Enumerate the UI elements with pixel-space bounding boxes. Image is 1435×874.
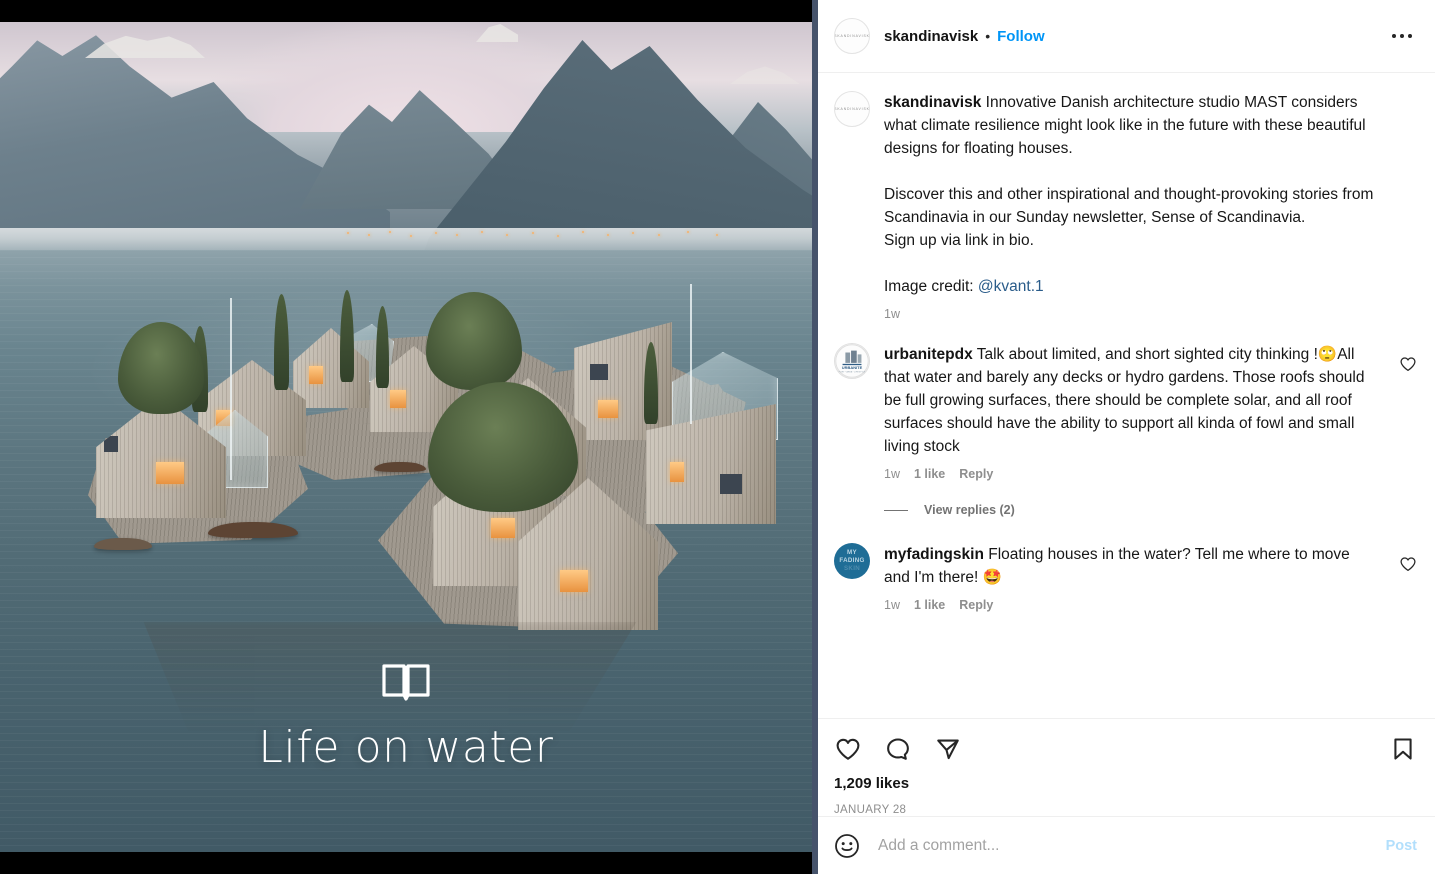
caption-timestamp: 1w [884, 307, 900, 321]
avatar-line-2: FADING [839, 557, 865, 564]
caption-paragraph-3: Sign up via link in bio. [884, 232, 1034, 249]
comment-body: myfadingskin Floating houses in the wate… [884, 543, 1389, 612]
like-button[interactable] [834, 735, 862, 763]
tree [118, 322, 204, 414]
share-paper-plane-icon [937, 739, 959, 760]
heart-outline-icon[interactable] [1399, 555, 1417, 573]
sailboat-mast [230, 298, 232, 480]
comment-item: URBANITE PORT • AREA • LIFESTYLE urbanit… [834, 343, 1417, 517]
sailboat-mast [690, 284, 692, 424]
comment-reply-button[interactable]: Reply [959, 598, 993, 612]
avatar[interactable]: SKANDINAVISK [834, 18, 870, 54]
rowboat [374, 462, 426, 472]
caption-credit-label: Image credit: [884, 278, 978, 295]
comment-text: urbanitepdx Talk about limited, and shor… [884, 343, 1370, 458]
heart-outline-icon [836, 738, 860, 760]
comment-timestamp: 1w [884, 467, 900, 481]
comment-text: myfadingskin Floating houses in the wate… [884, 543, 1370, 589]
comment-meta: 1w 1 like Reply [884, 467, 1389, 481]
cypress-tree [376, 306, 389, 388]
avatar-line-1: MY [847, 549, 857, 556]
caption-text: skandinavisk Innovative Danish architect… [884, 91, 1374, 298]
comment-reply-button[interactable]: Reply [959, 467, 993, 481]
post-actions: 1,209 likes JANUARY 28 [818, 718, 1435, 816]
separator-dot: • [985, 28, 991, 44]
post-header: SKANDINAVISK skandinavisk • Follow [818, 0, 1435, 73]
sailboat [208, 522, 298, 538]
cypress-tree [340, 290, 354, 382]
follow-button[interactable]: Follow [997, 28, 1045, 45]
town-lights [330, 228, 750, 240]
tree [426, 292, 522, 390]
cypress-tree [274, 294, 289, 390]
heart-outline-icon[interactable] [1399, 355, 1417, 373]
likes-count[interactable]: 1,209 likes [834, 775, 1417, 792]
comment-meta: 1w 1 like Reply [884, 598, 1389, 612]
svg-text:URBANITE: URBANITE [842, 365, 863, 370]
view-replies-button[interactable]: View replies (2) [884, 503, 1389, 517]
post-details-panel: SKANDINAVISK skandinavisk • Follow SKAND… [812, 0, 1435, 874]
comment-likes[interactable]: 1 like [914, 467, 945, 481]
avatar-line-3: SKIN [844, 565, 860, 572]
view-replies-label: View replies (2) [924, 503, 1015, 517]
comment-timestamp: 1w [884, 598, 900, 612]
comment-likes[interactable]: 1 like [914, 598, 945, 612]
comment-body: urbanitepdx Talk about limited, and shor… [884, 343, 1389, 517]
caption-credit-mention[interactable]: @kvant.1 [978, 278, 1044, 295]
post-author-username[interactable]: skandinavisk [884, 28, 978, 45]
post-caption: SKANDINAVISK skandinavisk Innovative Dan… [834, 91, 1417, 298]
action-icon-row [834, 727, 1417, 771]
avatar-label: SKANDINAVISK [834, 107, 870, 111]
save-button[interactable] [1389, 735, 1417, 763]
avatar-image: URBANITE PORT • AREA • LIFESTYLE [835, 344, 869, 378]
instagram-post-view: Life on water SKANDINAVISK skandinavisk … [0, 0, 1435, 874]
add-comment-bar: Post [818, 816, 1435, 874]
comment-username[interactable]: myfadingskin [884, 546, 984, 563]
post-date: JANUARY 28 [834, 804, 907, 816]
snow-cap-right [730, 66, 800, 84]
svg-text:PORT • AREA • LIFESTYLE: PORT • AREA • LIFESTYLE [839, 370, 866, 373]
avatar[interactable]: MY FADING SKIN [834, 543, 870, 579]
comment-button[interactable] [884, 735, 912, 763]
comment-input[interactable] [878, 836, 1374, 855]
comments-scroll-area[interactable]: SKANDINAVISK skandinavisk Innovative Dan… [818, 73, 1435, 718]
post-comment-button[interactable]: Post [1386, 838, 1417, 854]
replies-divider-line [884, 509, 908, 511]
avatar[interactable]: SKANDINAVISK [834, 91, 870, 127]
media-image: Life on water [0, 22, 812, 852]
rowboat [94, 538, 152, 550]
comment-bubble-icon [887, 738, 909, 760]
smiley-face-icon[interactable] [834, 833, 860, 859]
avatar[interactable]: URBANITE PORT • AREA • LIFESTYLE [834, 343, 870, 379]
share-button[interactable] [934, 735, 962, 763]
avatar-label: SKANDINAVISK [834, 34, 870, 38]
caption-meta: 1w [884, 307, 1417, 321]
more-options-icon[interactable] [1387, 21, 1417, 51]
comment-item: MY FADING SKIN myfadingskin Floating hou… [834, 543, 1417, 612]
post-media[interactable]: Life on water [0, 0, 812, 874]
floating-village [78, 284, 778, 660]
caption-username[interactable]: skandinavisk [884, 94, 981, 111]
comment-username[interactable]: urbanitepdx [884, 346, 973, 363]
bookmark-outline-icon [1394, 738, 1412, 760]
snow-cap-left [85, 35, 205, 58]
caption-paragraph-2: Discover this and other inspirational an… [884, 186, 1374, 226]
